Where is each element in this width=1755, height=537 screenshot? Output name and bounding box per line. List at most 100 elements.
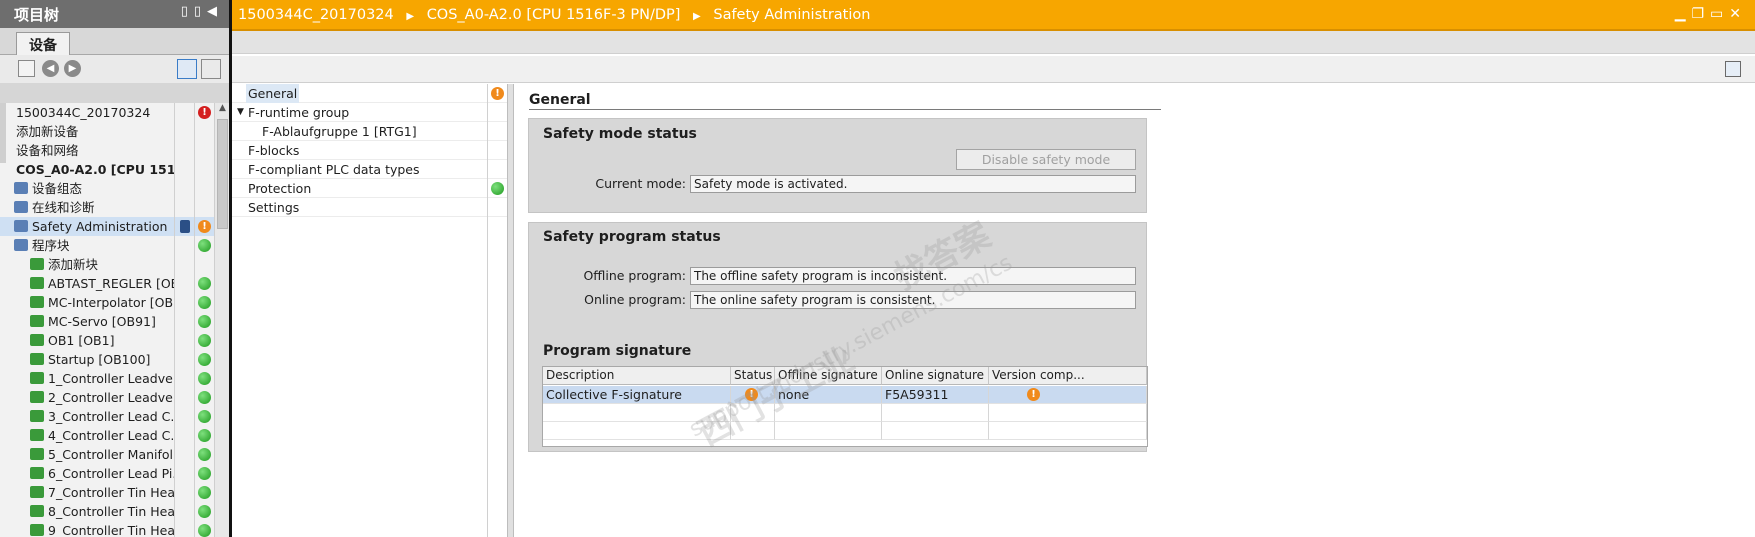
- nav-status-cell: [488, 141, 507, 160]
- ok-status-icon: [198, 486, 211, 499]
- breadcrumb-editor[interactable]: Safety Administration: [713, 7, 870, 23]
- navigation-splitter[interactable]: [508, 84, 514, 537]
- warning-icon: !: [745, 388, 758, 401]
- tree-col-a: [174, 331, 194, 350]
- col-version-comparison[interactable]: Version comp...: [989, 367, 1147, 385]
- tree-item[interactable]: 1_Controller Leadve...: [0, 369, 229, 388]
- nav-item-label: F-runtime group: [248, 105, 350, 120]
- section-title: General: [529, 92, 591, 108]
- breadcrumb-separator-icon: ▶: [406, 11, 415, 22]
- nav-item[interactable]: ▼ F-runtime group: [232, 103, 487, 122]
- nav-status-cell: [488, 160, 507, 179]
- ok-status-icon: [198, 429, 211, 442]
- tree-item[interactable]: OB1 [OB1]: [0, 331, 229, 350]
- nav-item[interactable]: F-compliant PLC data types: [232, 160, 487, 179]
- warning-status-icon: !: [198, 220, 211, 233]
- project-tree-scrollbar[interactable]: ▲: [214, 103, 229, 537]
- back-icon[interactable]: ◀: [42, 60, 59, 77]
- tree-col-a: [174, 464, 194, 483]
- tree-view-icon[interactable]: [201, 59, 221, 79]
- tree-node-icon: [30, 505, 44, 517]
- table-row-empty[interactable]: [543, 422, 1147, 440]
- nav-item[interactable]: F-blocks: [232, 141, 487, 160]
- col-status[interactable]: Status: [731, 367, 775, 385]
- tree-item[interactable]: 设备和网络: [0, 141, 229, 160]
- list-view-icon[interactable]: [177, 59, 197, 79]
- tree-col-a: [174, 502, 194, 521]
- table-row[interactable]: Collective F-signature ! none F5A59311 !: [543, 386, 1147, 404]
- nav-item[interactable]: F-Ablaufgruppe 1 [RTG1]: [232, 122, 487, 141]
- tree-item[interactable]: 8_Controller Tin Hea...: [0, 502, 229, 521]
- ok-status-icon: [198, 391, 211, 404]
- table-row-empty[interactable]: [543, 404, 1147, 422]
- cell-empty: [989, 422, 1147, 440]
- ok-status-icon: [198, 239, 211, 252]
- minimize-icon[interactable]: ▁: [1675, 6, 1692, 22]
- tree-item[interactable]: 程序块: [0, 236, 229, 255]
- tree-col-a: [174, 312, 194, 331]
- tree-item[interactable]: 4_Controller Lead C...: [0, 426, 229, 445]
- tree-item[interactable]: 1500344C_20170324!: [0, 103, 229, 122]
- tree-node-icon: [30, 353, 44, 365]
- close-icon[interactable]: ✕: [1729, 6, 1747, 22]
- tree-col-a: [174, 521, 194, 537]
- tree-col-a: [174, 407, 194, 426]
- tree-item[interactable]: COS_A0-A2.0 [CPU 1516F-: [0, 160, 229, 179]
- nav-status-cell: [488, 103, 507, 122]
- tree-item[interactable]: Safety Administration!: [0, 217, 229, 236]
- restore-icon[interactable]: ❐: [1691, 6, 1710, 22]
- nav-item[interactable]: Settings: [232, 198, 487, 217]
- tree-col-b: [194, 122, 214, 141]
- tree-col-a: [174, 483, 194, 502]
- tree-item[interactable]: 5_Controller Manifol...: [0, 445, 229, 464]
- panel-controls[interactable]: ▯▯◀: [181, 4, 223, 19]
- tree-item[interactable]: ABTAST_REGLER [OB...: [0, 274, 229, 293]
- cell-empty: [543, 422, 731, 440]
- cell-status: !: [731, 386, 775, 404]
- cell-empty: [731, 422, 775, 440]
- tree-col-a: [174, 388, 194, 407]
- pin-icon[interactable]: ▯▯: [181, 4, 207, 19]
- collapse-left-icon[interactable]: ◀: [207, 4, 223, 19]
- tree-item[interactable]: 在线和诊断: [0, 198, 229, 217]
- editor-toolbar-strip: [232, 31, 1755, 54]
- tab-devices[interactable]: 设备: [16, 32, 70, 55]
- disable-safety-mode-button[interactable]: Disable safety mode: [956, 149, 1136, 170]
- nav-item[interactable]: General: [232, 84, 487, 103]
- cell-empty: [731, 404, 775, 422]
- area-navigation: General ▼ F-runtime group F-Ablaufgruppe 1 …: [232, 84, 488, 537]
- tree-col-a: [174, 350, 194, 369]
- col-description[interactable]: Description: [543, 367, 731, 385]
- tree-item[interactable]: 7_Controller Tin Hea...: [0, 483, 229, 502]
- tree-item[interactable]: 设备组态: [0, 179, 229, 198]
- tree-node-icon: [14, 201, 28, 213]
- offline-program-field: The offline safety program is inconsiste…: [690, 267, 1136, 285]
- tree-item[interactable]: MC-Servo [OB91]: [0, 312, 229, 331]
- new-document-icon[interactable]: [18, 60, 35, 77]
- tree-item[interactable]: 3_Controller Lead C...: [0, 407, 229, 426]
- tree-col-a: [174, 198, 194, 217]
- forward-icon[interactable]: ▶: [64, 60, 81, 77]
- maximize-icon[interactable]: ▭: [1710, 6, 1729, 22]
- scroll-thumb[interactable]: [217, 119, 228, 229]
- ok-status-icon: [491, 182, 504, 195]
- tree-item[interactable]: 6_Controller Lead Pi...: [0, 464, 229, 483]
- tree-item[interactable]: 2_Controller Leadve...: [0, 388, 229, 407]
- col-online-signature[interactable]: Online signature: [882, 367, 989, 385]
- tree-item[interactable]: 9_Controller Tin Hea...: [0, 521, 229, 537]
- tree-item[interactable]: Startup [OB100]: [0, 350, 229, 369]
- tree-item[interactable]: 添加新块: [0, 255, 229, 274]
- breadcrumb-device[interactable]: COS_A0-A2.0 [CPU 1516F-3 PN/DP]: [427, 7, 681, 23]
- scroll-up-icon[interactable]: ▲: [215, 103, 229, 118]
- nav-item[interactable]: Protection: [232, 179, 487, 198]
- col-offline-signature[interactable]: Offline signature: [775, 367, 882, 385]
- tree-col-a: [174, 293, 194, 312]
- tree-item[interactable]: 添加新设备: [0, 122, 229, 141]
- expand-arrow-icon[interactable]: ▼: [237, 103, 244, 122]
- tree-item[interactable]: MC-Interpolator [OB...: [0, 293, 229, 312]
- cell-description: Collective F-signature: [543, 386, 731, 404]
- safety-mode-heading: Safety mode status: [543, 126, 697, 142]
- breadcrumb-project[interactable]: 1500344C_20170324: [238, 7, 394, 23]
- project-tree-title: 项目树: [14, 6, 60, 24]
- split-editor-icon[interactable]: [1725, 61, 1741, 77]
